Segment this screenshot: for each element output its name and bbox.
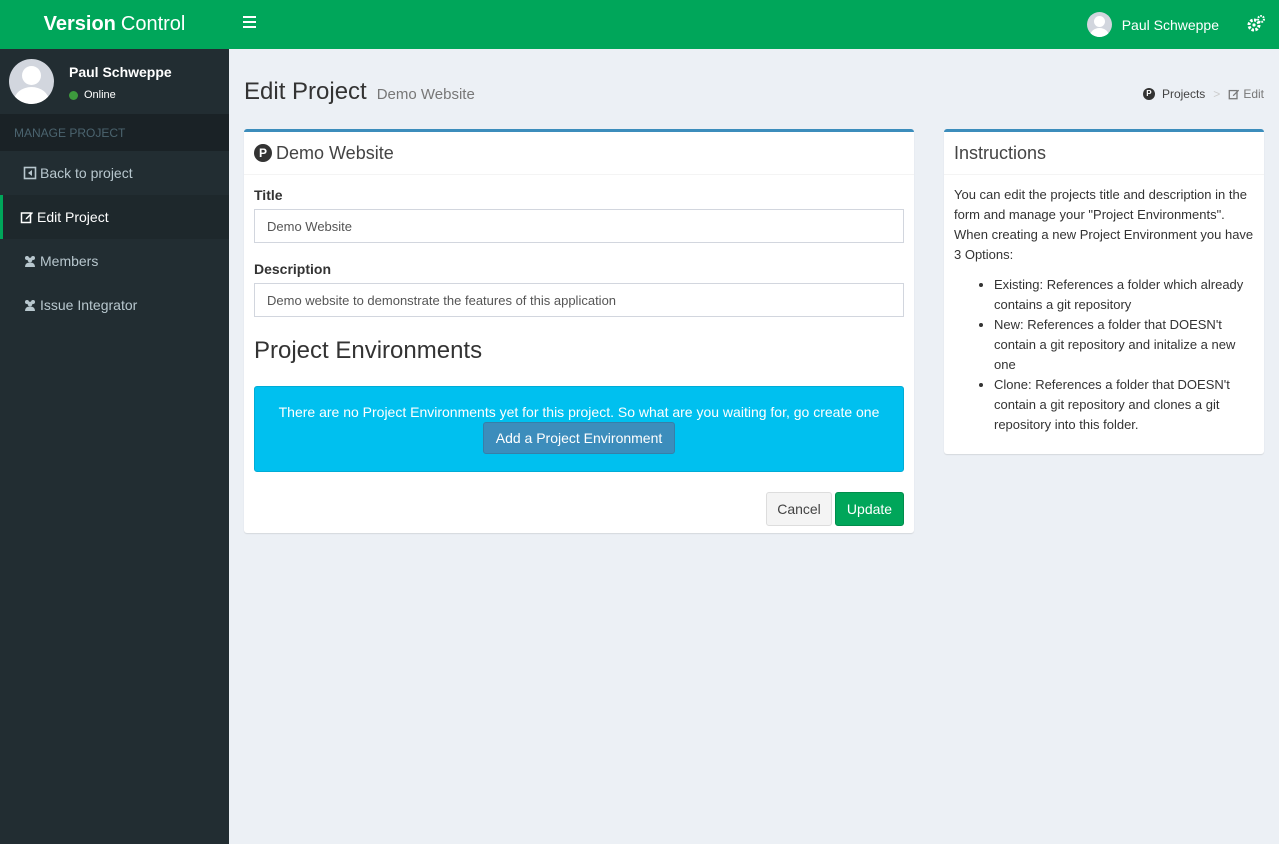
project-environments-heading: Project Environments — [254, 337, 483, 364]
edit-project-box: P Demo Website Title Description Project… — [244, 129, 914, 533]
breadcrumb-separator: > — [1213, 87, 1221, 101]
instructions-box: Instructions You can edit the projects t… — [944, 129, 1264, 454]
avatar — [1086, 12, 1112, 37]
gears-icon[interactable] — [1247, 15, 1265, 33]
box-header: P Demo Website — [244, 132, 914, 175]
add-project-environment-button[interactable]: Add a Project Environment — [482, 422, 676, 454]
list-item: New: References a folder that DOESN't co… — [994, 315, 1254, 375]
edit-icon — [1228, 89, 1240, 100]
box-header: Instructions — [944, 132, 1264, 175]
sidebar-item-back-to-project[interactable]: Back to project — [0, 151, 229, 195]
users-icon — [25, 300, 35, 311]
project-circle-icon: P — [1142, 88, 1155, 100]
user-status-label: Online — [84, 89, 116, 101]
list-item: Clone: References a folder that DOESN't … — [994, 375, 1254, 435]
sidebar-user-name: Paul Schweppe — [69, 64, 172, 80]
no-environments-callout: There are no Project Environments yet fo… — [254, 386, 904, 472]
app-logo[interactable]: Version Control — [0, 0, 229, 49]
instructions-intro: You can edit the projects title and desc… — [954, 187, 1254, 262]
breadcrumb-projects-link[interactable]: Projects — [1162, 87, 1205, 101]
sidebar: Paul Schweppe Online MANAGE PROJECT Back… — [0, 49, 229, 844]
user-menu[interactable]: Paul Schweppe — [1086, 12, 1219, 37]
sidebar-item-label: Members — [40, 253, 99, 269]
title-input[interactable] — [254, 209, 904, 243]
breadcrumb-current: Edit — [1243, 87, 1264, 101]
description-label: Description — [254, 261, 332, 277]
edit-icon — [20, 212, 33, 224]
title-form-group: Title — [254, 187, 904, 243]
description-form-group: Description — [254, 261, 904, 317]
sidebar-item-edit-project[interactable]: Edit Project — [0, 195, 229, 239]
sidebar-toggle-icon[interactable] — [243, 16, 257, 30]
top-navbar: Paul Schweppe — [229, 0, 1279, 49]
instructions-title: Instructions — [954, 142, 1047, 163]
breadcrumb: P Projects > Edit — [1142, 87, 1264, 101]
avatar — [9, 59, 54, 104]
sidebar-item-label: Issue Integrator — [40, 297, 138, 313]
user-status: Online — [69, 89, 116, 101]
sidebar-item-issue-integrator[interactable]: Issue Integrator — [0, 283, 229, 327]
callout-text: There are no Project Environments yet fo… — [278, 404, 880, 420]
page-title: Edit Project — [244, 78, 367, 105]
sidebar-item-members[interactable]: Members — [0, 239, 229, 283]
sidebar-item-label: Edit Project — [37, 209, 109, 225]
page-subtitle: Demo Website — [376, 86, 475, 103]
project-circle-icon: P — [254, 144, 272, 162]
online-status-icon — [69, 90, 78, 100]
content-header: Edit Project Demo Website — [244, 78, 475, 106]
instructions-body: You can edit the projects title and desc… — [944, 175, 1264, 445]
sidebar-item-label: Back to project — [40, 165, 133, 181]
box-title: Demo Website — [276, 142, 394, 163]
arrow-left-square-icon — [23, 166, 37, 180]
list-item: Existing: References a folder which alre… — [994, 275, 1254, 315]
logo-bold-text: Version — [43, 13, 116, 35]
description-input[interactable] — [254, 283, 904, 317]
cancel-button[interactable]: Cancel — [766, 492, 832, 526]
users-icon — [25, 256, 35, 267]
update-button[interactable]: Update — [835, 492, 904, 526]
instructions-options-list: Existing: References a folder which alre… — [954, 275, 1254, 435]
user-panel: Paul Schweppe Online — [0, 49, 229, 114]
title-label: Title — [254, 187, 283, 203]
logo-text: Control — [120, 13, 186, 35]
navbar-user-name: Paul Schweppe — [1121, 16, 1219, 33]
menu-header: MANAGE PROJECT — [0, 114, 229, 151]
